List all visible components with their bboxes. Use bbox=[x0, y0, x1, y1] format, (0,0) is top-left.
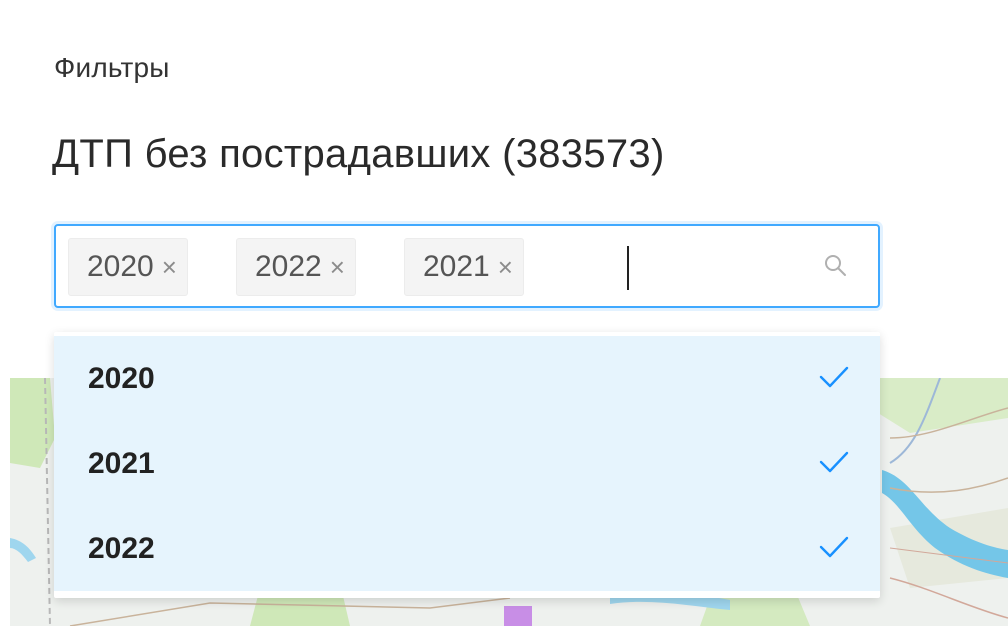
option-label: 2022 bbox=[88, 531, 155, 565]
option-2020[interactable]: 2020 bbox=[54, 336, 880, 421]
option-2021[interactable]: 2021 bbox=[54, 421, 880, 506]
layer-title: ДТП без пострадавших (383573) bbox=[52, 132, 665, 176]
tag-2022: 2022 × bbox=[236, 238, 356, 296]
check-icon bbox=[819, 366, 849, 388]
app-root: Фильтры ДТП без пострадавших (383573) 20… bbox=[0, 0, 1008, 626]
check-icon bbox=[819, 536, 849, 558]
option-label: 2020 bbox=[88, 361, 155, 395]
tag-2020: 2020 × bbox=[68, 238, 188, 296]
text-cursor[interactable] bbox=[627, 246, 629, 290]
year-multiselect[interactable]: 2020 × 2022 × 2021 × bbox=[54, 224, 880, 308]
check-icon bbox=[819, 451, 849, 473]
tag-label: 2022 bbox=[255, 250, 322, 283]
close-icon[interactable]: × bbox=[162, 254, 177, 280]
tag-label: 2020 bbox=[87, 250, 154, 283]
close-icon[interactable]: × bbox=[498, 254, 513, 280]
year-dropdown: 2020 2021 2022 bbox=[54, 332, 880, 598]
close-icon[interactable]: × bbox=[330, 254, 345, 280]
search-icon bbox=[825, 255, 846, 276]
option-2022[interactable]: 2022 bbox=[54, 506, 880, 591]
option-label: 2021 bbox=[88, 446, 155, 480]
filters-heading: Фильтры bbox=[54, 52, 170, 83]
tag-label: 2021 bbox=[423, 250, 490, 283]
tag-2021: 2021 × bbox=[404, 238, 524, 296]
